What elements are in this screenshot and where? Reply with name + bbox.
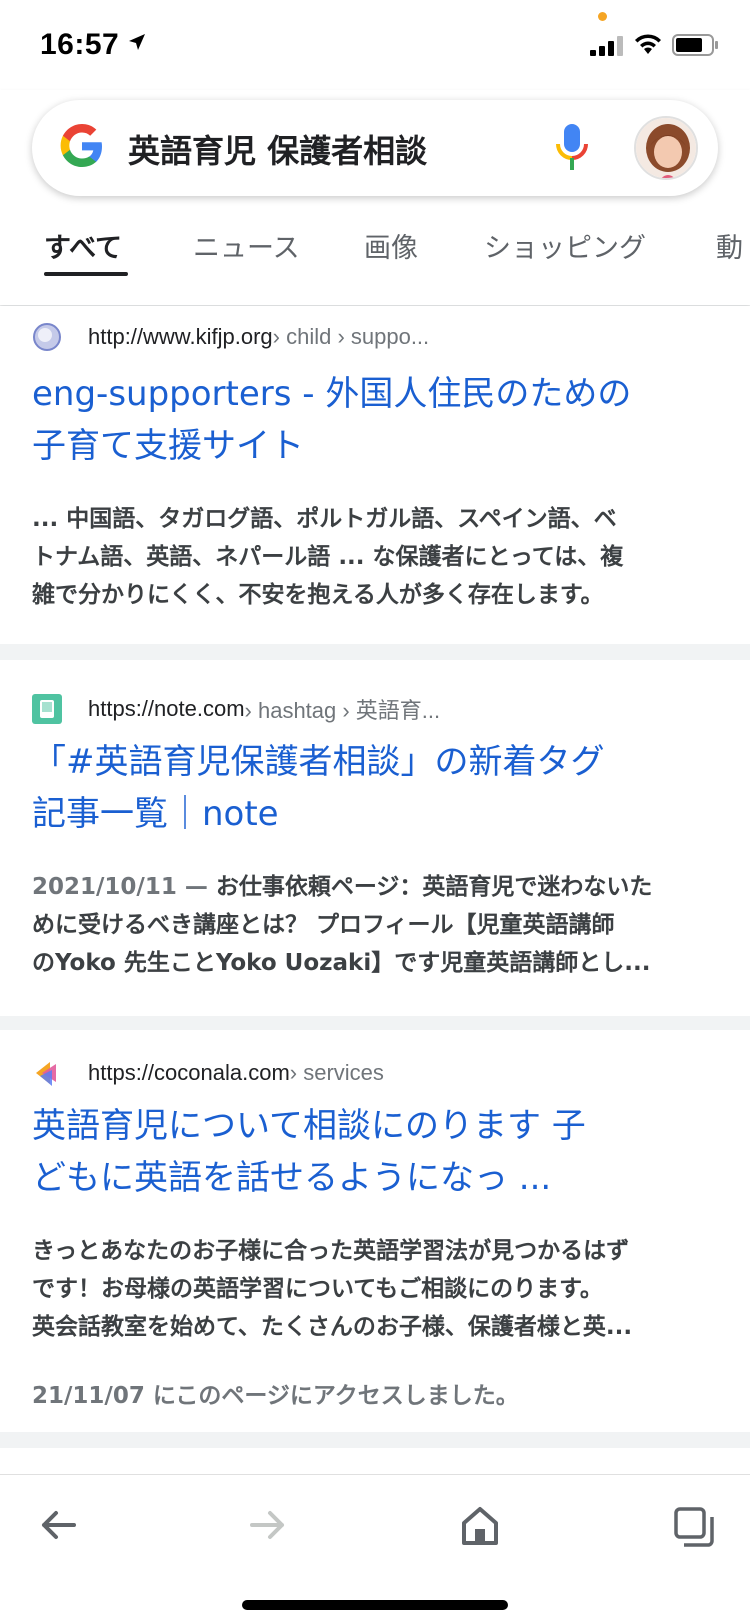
location-arrow-icon bbox=[129, 34, 145, 50]
back-arrow-icon[interactable] bbox=[38, 1505, 78, 1545]
result-title-line[interactable]: 英語育児について相談にのります 子 bbox=[32, 1100, 722, 1152]
snippet-line: めに受けるべき講座とは？ プロフィール【児童英語講師 bbox=[32, 912, 615, 938]
privacy-indicator-dot bbox=[598, 12, 607, 21]
avatar[interactable] bbox=[634, 116, 698, 180]
result-title-link[interactable]: eng-supporters - 外国人住民のための 子育て支援サイト bbox=[32, 368, 722, 472]
result-snippet: 2021/10/11 — お仕事依頼ページ：英語育児で迷わないた めに受けるべき… bbox=[32, 868, 722, 982]
snippet-line: きっとあなたのお子様に合った英語学習法が見つかるはず bbox=[32, 1238, 630, 1264]
tab-shopping[interactable]: ショッピング bbox=[484, 226, 646, 265]
tab-images[interactable]: 画像 bbox=[364, 226, 418, 265]
result-url-domain: http://www.kifjp.org bbox=[88, 324, 273, 349]
search-result: http://www.kifjp.org › child › suppo... … bbox=[0, 306, 750, 644]
note-icon bbox=[32, 694, 62, 724]
result-title-line[interactable]: 子育て支援サイト bbox=[32, 420, 722, 472]
result-date: 2021/10/11 — bbox=[32, 874, 216, 900]
search-result: https://note.com › hashtag › 英語育... 「#英語… bbox=[0, 660, 750, 1016]
tab-all[interactable]: すべて bbox=[44, 226, 122, 265]
status-time: 16:57 bbox=[40, 28, 120, 61]
result-title-line[interactable]: 「#英語育児保護者相談」の新着タグ bbox=[32, 736, 722, 788]
search-tabs: すべて ニュース 画像 ショッピング 動 bbox=[0, 226, 750, 278]
search-box[interactable]: 英語育児 保護者相談 bbox=[32, 100, 718, 196]
mic-icon[interactable] bbox=[554, 122, 590, 174]
avatar-image bbox=[636, 118, 696, 178]
result-source[interactable]: http://www.kifjp.org › child › suppo... bbox=[32, 320, 429, 354]
result-title-line[interactable]: eng-supporters - 外国人住民のための bbox=[32, 368, 722, 420]
result-title-line[interactable]: 記事一覧｜note bbox=[32, 788, 722, 840]
snippet-line: 2021/10/11 — お仕事依頼ページ：英語育児で迷わないた bbox=[32, 874, 653, 900]
snippet-line: 英会話教室を始めて、たくさんのお子様、保護者様と英... bbox=[32, 1314, 633, 1340]
globe-icon bbox=[32, 322, 62, 352]
active-tab-indicator bbox=[44, 272, 128, 276]
result-title-link[interactable]: 英語育児について相談にのります 子 どもに英語を話せるようになっ ... bbox=[32, 1100, 722, 1204]
result-source[interactable]: https://coconala.com › services bbox=[32, 1056, 384, 1090]
result-snippet: きっとあなたのお子様に合った英語学習法が見つかるはず です！お母様の英語学習につ… bbox=[32, 1232, 722, 1346]
wifi-icon bbox=[635, 34, 661, 54]
snippet-line: トナム語、英語、ネパール語 ... な保護者にとっては、複 bbox=[32, 544, 624, 570]
result-url-domain: https://coconala.com bbox=[88, 1060, 290, 1085]
snippet-line: 雑で分かりにくく、不安を抱える人が多く存在します。 bbox=[32, 582, 604, 608]
result-url-path: › hashtag › 英語育... bbox=[244, 698, 441, 723]
snippet-line: です！お母様の英語学習についてもご相談にのります。 bbox=[32, 1276, 603, 1302]
search-header: 英語育児 保護者相談 すべて ニュース 画像 ショッピング 動 bbox=[0, 90, 750, 305]
tab-videos[interactable]: 動 bbox=[716, 226, 743, 265]
result-url-path: › child › suppo... bbox=[272, 324, 430, 349]
cellular-signal-icon bbox=[590, 36, 623, 56]
result-url-path: › services bbox=[289, 1060, 384, 1085]
snippet-line: ... 中国語、タガログ語、ポルトガル語、スペイン語、ベ bbox=[32, 506, 617, 532]
result-source[interactable]: https://note.com › hashtag › 英語育... bbox=[32, 692, 440, 726]
result-snippet: ... 中国語、タガログ語、ポルトガル語、スペイン語、ベ トナム語、英語、ネパー… bbox=[32, 500, 722, 614]
battery-icon bbox=[672, 34, 718, 56]
google-logo-icon bbox=[60, 124, 102, 167]
forward-arrow-icon[interactable] bbox=[248, 1505, 288, 1545]
home-indicator[interactable] bbox=[242, 1600, 508, 1610]
visited-note: 21/11/07 にこのページにアクセスしました。 bbox=[32, 1383, 519, 1409]
search-query[interactable]: 英語育児 保護者相談 bbox=[128, 126, 427, 172]
result-title-line[interactable]: どもに英語を話せるようになっ ... bbox=[32, 1152, 722, 1204]
tab-news[interactable]: ニュース bbox=[193, 226, 300, 265]
coconala-icon bbox=[32, 1058, 62, 1088]
result-title-link[interactable]: 「#英語育児保護者相談」の新着タグ 記事一覧｜note bbox=[32, 736, 722, 840]
status-bar: 16:57 bbox=[0, 0, 750, 90]
result-url-domain: https://note.com bbox=[88, 696, 245, 721]
tabs-switcher-icon[interactable] bbox=[672, 1505, 716, 1549]
snippet-line: のYoko 先生ことYoko Uozaki】です児童英語講師とし... bbox=[32, 950, 651, 976]
home-icon[interactable] bbox=[460, 1505, 500, 1547]
search-result: https://coconala.com › services 英語育児について… bbox=[0, 1030, 750, 1432]
